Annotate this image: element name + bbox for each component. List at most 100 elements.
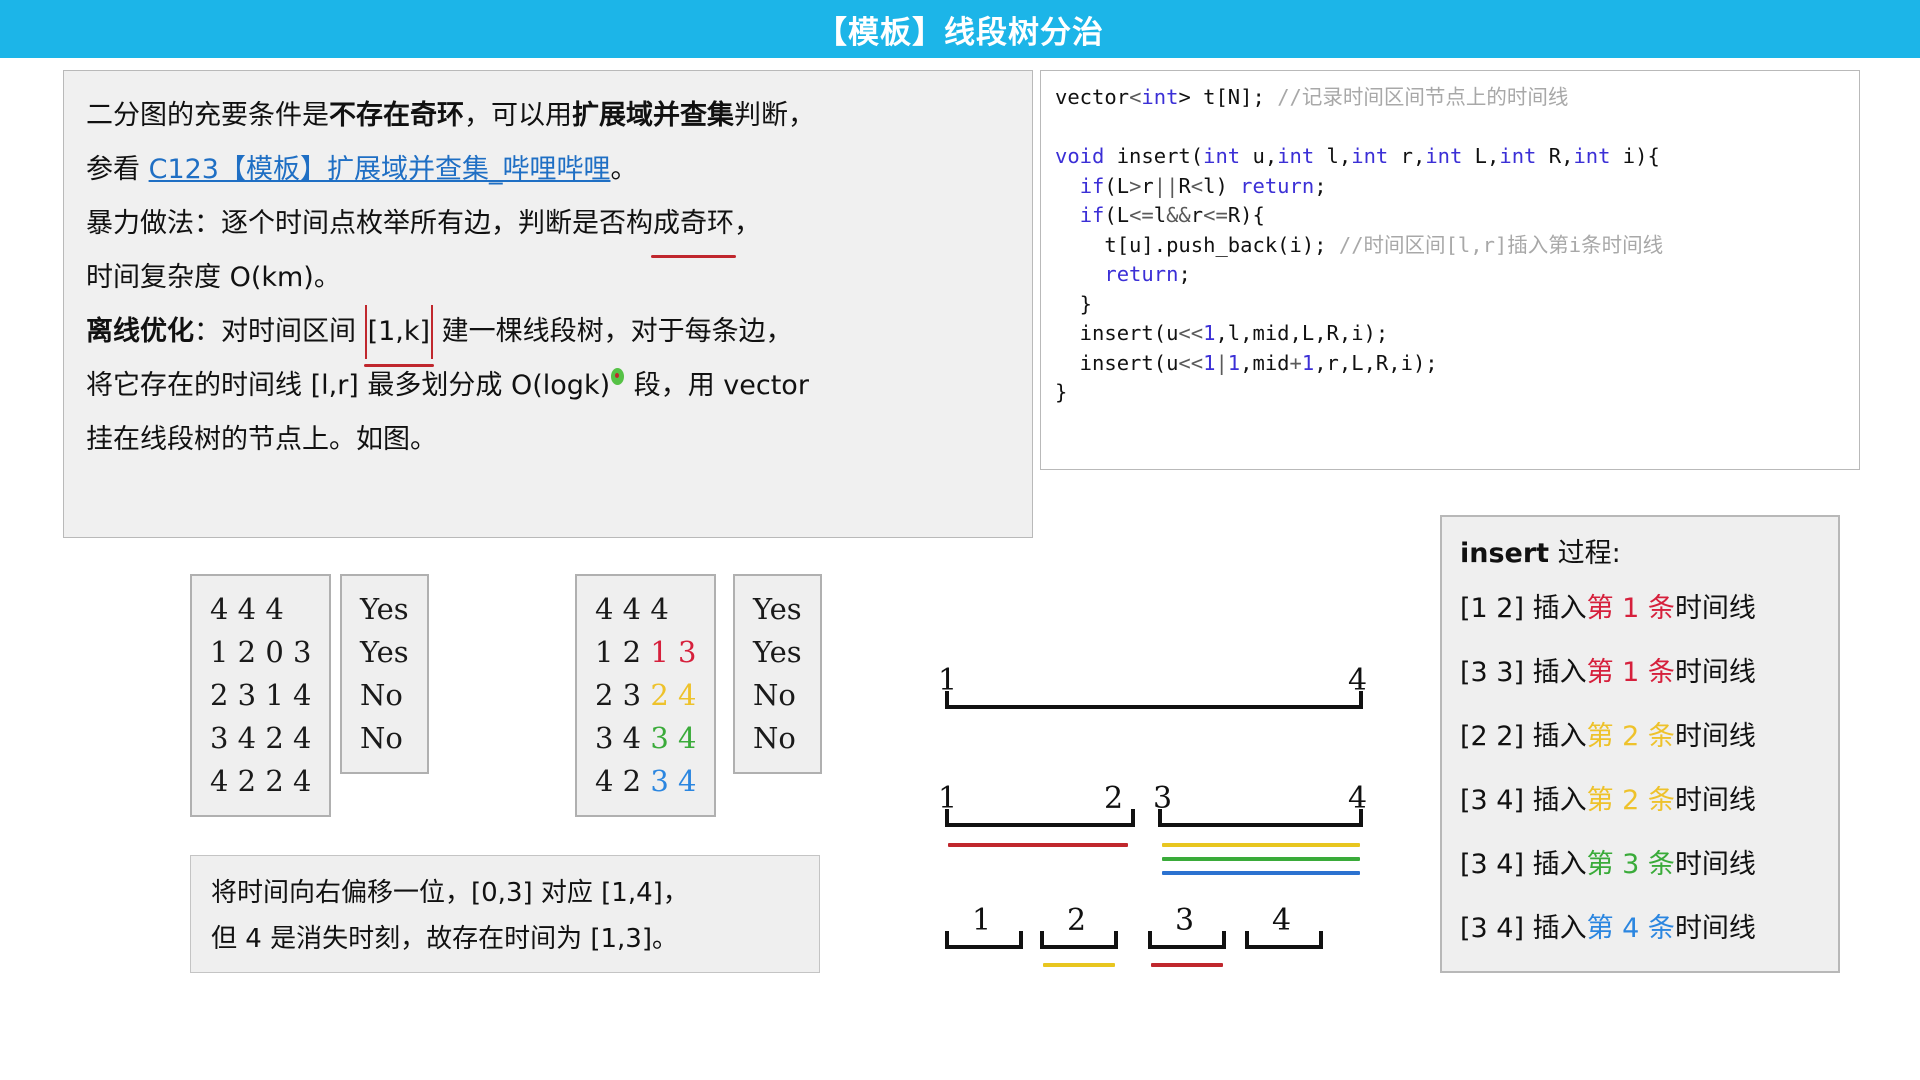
timeline-blue-right	[1162, 871, 1360, 875]
leaf-label-1: 1	[972, 903, 992, 938]
root-left-label: 1	[938, 663, 958, 698]
code-token: int	[1499, 144, 1537, 168]
code-token: insert(	[1104, 144, 1204, 168]
table-row: No	[753, 678, 796, 712]
code-token: return	[1240, 173, 1315, 198]
insert-line-index: 第 1 条	[1586, 593, 1675, 624]
insert-verb: 插入	[1532, 849, 1587, 880]
bracket-right-tick	[1222, 931, 1226, 947]
code-token: }	[1055, 291, 1093, 316]
insert-verb: 插入	[1532, 657, 1587, 688]
prose-line-3-b: ，	[734, 208, 761, 239]
table-row: 3 4 3 4	[595, 717, 696, 760]
sample-input-table-2: 4 4 41 2 1 32 3 2 43 4 3 44 2 3 4	[575, 574, 717, 817]
red-underline-annotation-1: 成奇环	[651, 197, 736, 258]
bracket-bar	[945, 945, 1023, 949]
code-token: ,l,mid,L,R,i);	[1215, 321, 1389, 345]
prose-line-5-b: ：对时间区间	[194, 316, 365, 347]
insert-line-index: 第 1 条	[1586, 657, 1675, 688]
code-token: //时间区间[l,r]插入第i条时间线	[1338, 232, 1664, 257]
code-line: t[u].push_back(i); //时间区间[l,r]插入第i条时间线	[1055, 231, 1845, 261]
bracket-left-tick	[1040, 931, 1044, 947]
code-token: ,r,L,R,i);	[1314, 350, 1438, 375]
prose-line-1-bold2: 扩展域并查集	[572, 100, 734, 131]
code-token: void	[1055, 144, 1105, 168]
code-line: void insert(int u,int l,int r,int L,int …	[1055, 142, 1845, 172]
insert-process-title-bold: insert	[1460, 538, 1550, 569]
code-token: 1	[1203, 321, 1216, 345]
code-token: <<	[1178, 350, 1204, 375]
code-token: r	[1141, 173, 1154, 198]
table-cell: 4 4 4	[595, 592, 669, 626]
code-line: insert(u<<1,l,mid,L,R,i);	[1055, 319, 1845, 349]
table-row: Yes	[360, 592, 409, 626]
code-token: l,	[1314, 144, 1352, 168]
timeline-yellow-leaf-2	[1043, 963, 1115, 967]
code-token: int	[1573, 144, 1611, 168]
code-token: +	[1289, 350, 1302, 375]
table-row: 2 3 1 4	[210, 678, 312, 712]
table-row: No	[360, 678, 403, 712]
code-token: int	[1141, 85, 1179, 109]
leaf-label-2: 2	[1067, 903, 1087, 938]
code-token: R,	[1536, 144, 1574, 168]
insert-range: [1 2]	[1460, 593, 1533, 624]
insert-range: [2 2]	[1460, 721, 1533, 752]
code-token: ;	[1178, 262, 1191, 286]
code-token: R){	[1227, 203, 1265, 227]
code-token: r,	[1388, 144, 1426, 168]
bracket-right-tick	[1131, 809, 1135, 825]
prose-line-1-e: 判断，	[734, 100, 815, 131]
insert-process-row: [2 2] 插入第 2 条时间线	[1460, 705, 1820, 769]
code-token: <<	[1178, 321, 1204, 345]
insert-tail: 时间线	[1674, 657, 1756, 688]
time-shift-note: 将时间向右偏移一位，[0,3] 对应 [1,4]， 但 4 是消失时刻，故存在时…	[190, 855, 820, 973]
bracket-bar	[1148, 945, 1226, 949]
table-row: 3 4 2 4	[210, 721, 312, 755]
table-cell: 2 3	[595, 678, 651, 712]
prose-line-3-a: 暴力做法：逐个时间点枚举所有边，判断是否构	[86, 208, 653, 239]
sample-output-table-1: Yes Yes No No	[340, 574, 429, 774]
explanation-panel: 二分图的充要条件是不存在奇环，可以用扩展域并查集判断， 参看 C123【模板】扩…	[63, 70, 1033, 538]
code-token: l)	[1203, 173, 1241, 198]
table-cell: 4 2	[595, 764, 651, 798]
bracket-right-tick	[1319, 931, 1323, 947]
insert-process-row: [3 4] 插入第 3 条时间线	[1460, 833, 1820, 897]
table-cell-highlight: 1 3	[650, 635, 697, 669]
table-row: Yes	[360, 635, 409, 669]
prose-line-1-a: 二分图的充要条件是	[86, 100, 329, 131]
insert-tail: 时间线	[1674, 593, 1756, 624]
table-row: 2 3 2 4	[595, 674, 696, 717]
code-token: t[u].push_back(i);	[1055, 232, 1339, 257]
prose-line-5: 离线优化：对时间区间 [1,k] 建一棵线段树，对于每条边，	[86, 305, 1010, 367]
mid-label-3: 3	[1153, 781, 1173, 816]
prose-line-6-a: 将它存在的时间线 [l,r] 最多划分成 O(logk)	[86, 370, 611, 401]
bracket-bar	[945, 823, 1135, 827]
prose-line-6-b: 段，用 vector	[625, 370, 809, 401]
code-line: return;	[1055, 260, 1845, 290]
prose-line-5-bold: 离线优化	[86, 316, 194, 347]
insert-line-index: 第 2 条	[1586, 721, 1675, 752]
code-token: ,mid	[1240, 350, 1290, 375]
code-line: vector<int> t[N]; //记录时间区间节点上的时间线	[1055, 83, 1845, 113]
prose-line-5-c: 建一棵线段树，对于每条边，	[433, 316, 793, 347]
insert-verb: 插入	[1532, 593, 1587, 624]
table-row: 4 4 4	[595, 588, 696, 631]
code-token: &&	[1166, 203, 1191, 227]
code-token: }	[1055, 380, 1068, 404]
prose-line-1-bold: 不存在奇环	[329, 100, 464, 131]
insert-process-row: [1 2] 插入第 1 条时间线	[1460, 577, 1820, 641]
code-token: (L	[1104, 173, 1130, 198]
code-token: i){	[1610, 144, 1660, 168]
insert-process-panel: insert 过程: [1 2] 插入第 1 条时间线 [3 3] 插入第 1 条…	[1440, 515, 1840, 973]
mid-label-4: 4	[1348, 781, 1368, 816]
leaf-label-3: 3	[1175, 903, 1195, 938]
table-row: 4 4 4	[210, 592, 284, 626]
table-row: 4 2 2 4	[210, 764, 312, 798]
code-token: return	[1104, 262, 1179, 286]
insert-tail: 时间线	[1674, 785, 1756, 816]
insert-line-index: 第 3 条	[1586, 849, 1675, 880]
reference-link[interactable]: C123【模板】扩展域并查集_哔哩哔哩	[149, 154, 611, 185]
